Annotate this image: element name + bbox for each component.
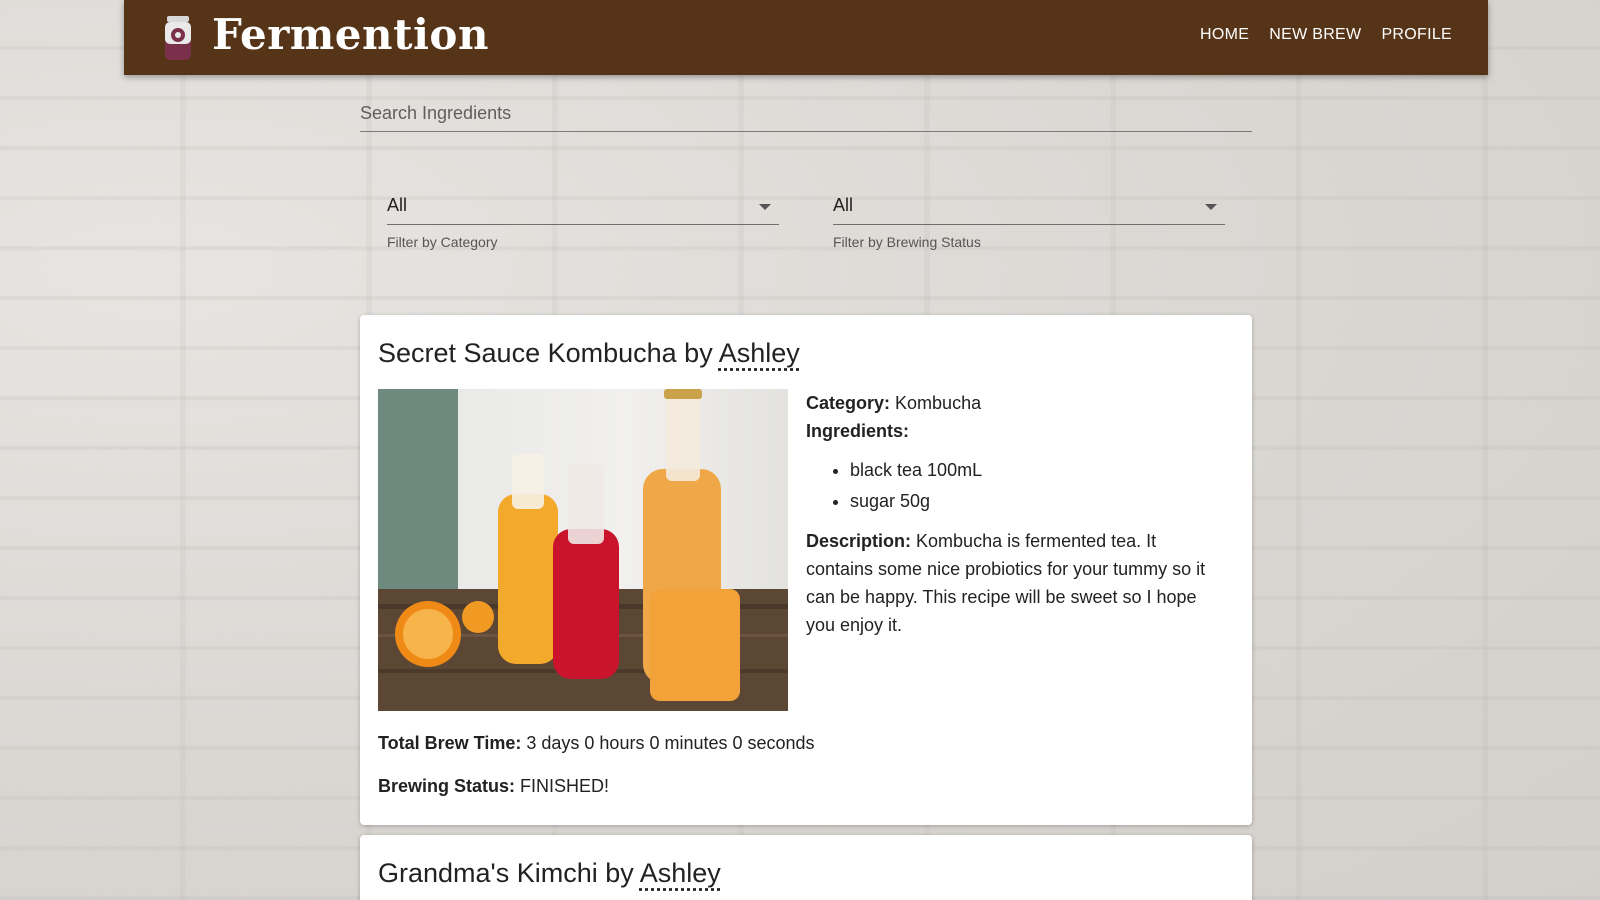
brew-details: Category: Kombucha Ingredients: black te… — [806, 389, 1216, 711]
dropdown-arrow-icon — [1205, 204, 1217, 210]
main-nav: HOME NEW BREW PROFILE — [1200, 26, 1452, 44]
brand-title[interactable]: Fermention — [212, 10, 489, 59]
nav-new-brew-link[interactable]: NEW BREW — [1269, 26, 1361, 44]
brew-time-line: Total Brew Time: 3 days 0 hours 0 minute… — [378, 733, 1234, 754]
description-line: Description: Kombucha is fermented tea. … — [806, 527, 1216, 639]
list-item: sugar 50g — [850, 486, 1216, 517]
nav-profile-link[interactable]: PROFILE — [1381, 26, 1452, 44]
status-filter: All Filter by Brewing Status — [833, 186, 1225, 250]
category-filter: All Filter by Category — [387, 186, 779, 250]
brew-card: Grandma's Kimchi by Ashley — [360, 835, 1252, 900]
search-input[interactable] — [360, 96, 1252, 130]
brew-card: Secret Sauce Kombucha by Ashley Category… — [360, 315, 1252, 825]
dropdown-arrow-icon — [759, 204, 771, 210]
description-label: Description: — [806, 531, 912, 551]
brew-author-link[interactable]: Ashley — [719, 338, 800, 368]
brew-time-value: 3 days 0 hours 0 minutes 0 seconds — [526, 733, 815, 753]
list-item: black tea 100mL — [850, 455, 1216, 486]
app-bar: Fermention HOME NEW BREW PROFILE — [124, 0, 1488, 75]
brew-card-title: Grandma's Kimchi by Ashley — [378, 855, 1234, 891]
brew-time-label: Total Brew Time: — [378, 733, 522, 753]
category-select-value: All — [387, 194, 408, 215]
category-value: Kombucha — [895, 393, 982, 413]
status-helper-text: Filter by Brewing Status — [833, 234, 981, 250]
search-field — [360, 96, 1252, 132]
category-line: Category: Kombucha — [806, 389, 1216, 417]
brew-title: Grandma's Kimchi by — [378, 858, 634, 888]
status-select-value: All — [833, 194, 854, 215]
ingredients-label: Ingredients: — [806, 421, 910, 441]
brew-author-link[interactable]: Ashley — [640, 858, 721, 888]
category-select[interactable]: All — [387, 186, 779, 225]
category-label: Category: — [806, 393, 891, 413]
status-select[interactable]: All — [833, 186, 1225, 225]
brew-status-label: Brewing Status: — [378, 776, 516, 796]
brew-status-value: FINISHED! — [520, 776, 610, 796]
ingredients-line: Ingredients: — [806, 417, 1216, 445]
category-helper-text: Filter by Category — [387, 234, 498, 250]
brew-title: Secret Sauce Kombucha by — [378, 338, 713, 368]
jar-logo-icon — [165, 16, 191, 60]
nav-home-link[interactable]: HOME — [1200, 26, 1249, 44]
brew-photo — [378, 389, 788, 711]
brew-status-line: Brewing Status: FINISHED! — [378, 776, 1234, 797]
brew-card-title: Secret Sauce Kombucha by Ashley — [378, 335, 1234, 371]
ingredients-list: black tea 100mL sugar 50g — [806, 455, 1216, 517]
